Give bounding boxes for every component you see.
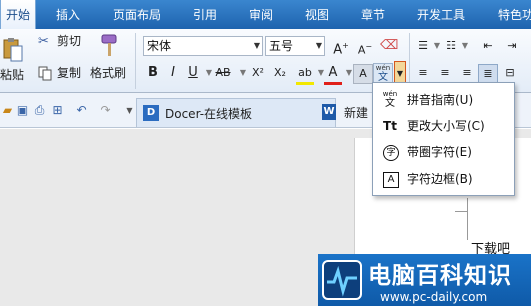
menu-item-label: 更改大小写(C) xyxy=(407,119,485,133)
folder-icon[interactable]: ▰ xyxy=(0,103,15,118)
chevron-down-icon: ▼ xyxy=(253,41,260,50)
watermark-banner: 电脑百科知识 www.pc-daily.com xyxy=(318,254,531,306)
bold-button[interactable]: B xyxy=(144,64,162,82)
chevron-down-icon[interactable]: ▼ xyxy=(456,37,474,55)
pinyin-guide-icon-char: 文 xyxy=(385,98,395,109)
text-margin-marker xyxy=(455,211,468,212)
watermark-title: 电脑百科知识 xyxy=(368,263,512,289)
tab-docer-templates[interactable]: D Docer-在线模板 xyxy=(136,98,336,127)
menu-item-enclosed-characters[interactable]: 字 带圈字符(E) xyxy=(375,140,513,164)
decrease-indent-icon[interactable]: ⇤ xyxy=(479,37,497,55)
tab-home[interactable]: 开始 xyxy=(0,0,36,29)
menu-item-label: 拼音指南(U) xyxy=(407,93,474,107)
character-border-icon: A xyxy=(383,172,399,188)
copy-button[interactable]: 复制 xyxy=(57,63,81,83)
font-size-select[interactable]: 五号 ▼ xyxy=(265,36,325,56)
tab-references[interactable]: 引用 xyxy=(193,0,217,29)
save-icon[interactable]: ▣ xyxy=(15,103,30,118)
chevron-down-icon[interactable]: ▼ xyxy=(122,103,137,118)
tab-page-layout[interactable]: 页面布局 xyxy=(113,0,161,29)
paste-button[interactable]: 粘贴 xyxy=(0,65,24,85)
text-margin-marker xyxy=(467,198,468,240)
chevron-down-icon: ▼ xyxy=(315,41,322,50)
phonetic-guide-pinyin: wén xyxy=(375,64,391,72)
paste-icon[interactable] xyxy=(2,37,24,63)
tab-view[interactable]: 视图 xyxy=(305,0,329,29)
align-center-icon[interactable]: ≡ xyxy=(436,64,454,82)
redo-icon[interactable]: ↷ xyxy=(98,103,113,118)
character-shading-icon[interactable]: A xyxy=(353,64,373,84)
superscript-button[interactable]: X² xyxy=(248,64,268,82)
enclosed-character-icon: 字 xyxy=(383,145,399,161)
phonetic-guide-button[interactable]: wén 文 xyxy=(373,63,393,84)
font-name-value: 宋体 xyxy=(147,39,172,53)
tab-insert[interactable]: 插入 xyxy=(56,0,80,29)
format-painter-button[interactable]: 格式刷 xyxy=(90,63,126,83)
scissors-icon: ✂ xyxy=(38,34,49,49)
undo-icon[interactable]: ↶ xyxy=(74,103,89,118)
align-right-icon[interactable]: ≡ xyxy=(458,64,476,82)
print-icon[interactable]: ⎙ xyxy=(32,103,47,118)
distribute-icon[interactable]: ⊟ xyxy=(501,64,519,82)
tab-review[interactable]: 审阅 xyxy=(249,0,273,29)
pinyin-guide-icon-top: wén xyxy=(382,90,398,98)
menu-item-label: 带圈字符(E) xyxy=(407,145,472,159)
watermark-url: www.pc-daily.com xyxy=(380,290,488,304)
copy-icon xyxy=(38,66,52,81)
align-left-icon[interactable]: ≡ xyxy=(414,64,432,82)
shrink-font-icon[interactable]: A− xyxy=(356,38,374,57)
font-size-value: 五号 xyxy=(269,39,294,53)
tab-special-features[interactable]: 特色功 xyxy=(498,0,531,29)
italic-button[interactable]: I xyxy=(164,64,182,82)
menu-item-character-border[interactable]: A 字符边框(B) xyxy=(375,167,513,191)
phonetic-dropdown-menu: wén 文 拼音指南(U) Tt 更改大小写(C) 字 带圈字符(E) A 字符… xyxy=(372,82,515,196)
menu-item-pinyin-guide[interactable]: wén 文 拼音指南(U) xyxy=(375,88,513,112)
clear-format-icon[interactable]: ⌫ xyxy=(380,37,398,55)
cut-button[interactable]: 剪切 xyxy=(57,31,81,51)
ribbon-tab-bar: 开始 插入 页面布局 引用 审阅 视图 章节 开发工具 特色功 xyxy=(0,0,531,29)
grow-font-icon[interactable]: A+ xyxy=(332,37,350,57)
change-case-icon: Tt xyxy=(383,119,397,133)
divider xyxy=(409,33,410,89)
tab-new-document[interactable]: 新建 xyxy=(344,104,368,121)
divider xyxy=(135,33,136,89)
docer-logo-icon: D xyxy=(143,105,159,121)
print-preview-icon[interactable]: ⊞ xyxy=(50,103,65,118)
format-painter-icon xyxy=(98,33,120,59)
menu-item-change-case[interactable]: Tt 更改大小写(C) xyxy=(375,114,513,138)
tab-chapter[interactable]: 章节 xyxy=(361,0,385,29)
subscript-button[interactable]: X₂ xyxy=(270,64,290,82)
menu-item-label: 字符边框(B) xyxy=(407,172,473,186)
font-name-select[interactable]: 宋体 ▼ xyxy=(143,36,263,56)
increase-indent-icon[interactable]: ⇥ xyxy=(503,37,521,55)
docer-tab-label: Docer-在线模板 xyxy=(165,107,253,121)
justify-icon[interactable]: ≣ xyxy=(478,64,498,84)
document-w-icon: W xyxy=(322,104,336,120)
pinyin-guide-icon: wén 文 xyxy=(381,90,399,110)
monitor-logo-icon xyxy=(322,260,362,300)
tab-developer-tools[interactable]: 开发工具 xyxy=(417,0,465,29)
strikethrough-button[interactable]: AB xyxy=(212,64,234,82)
